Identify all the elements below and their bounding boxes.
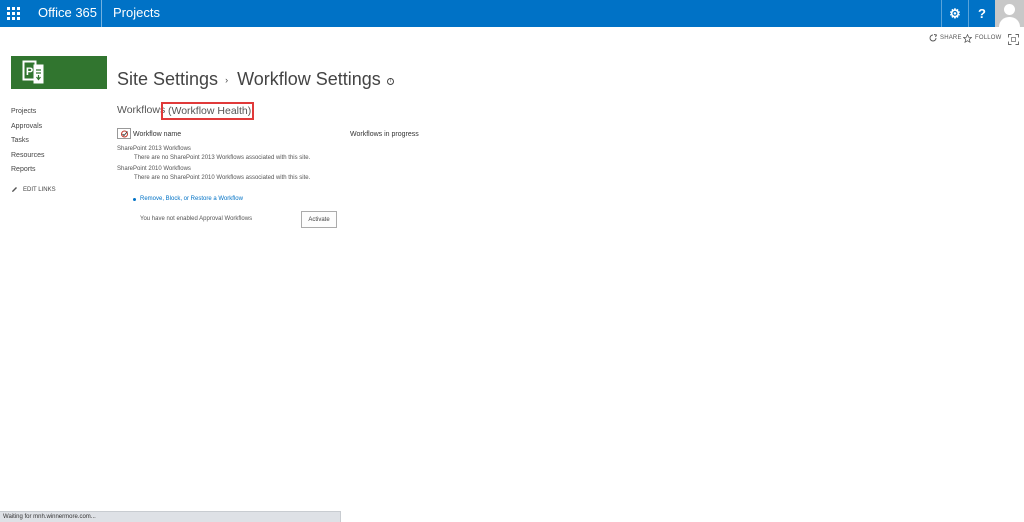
edit-links-button[interactable]: EDIT LINKS: [11, 186, 56, 193]
project-logo-icon: P: [22, 60, 44, 84]
breadcrumb-separator-icon: ›: [225, 74, 229, 85]
suite-app-name-link[interactable]: Projects: [113, 5, 160, 20]
svg-text:P: P: [26, 66, 33, 78]
pencil-icon: [12, 187, 17, 192]
breadcrumb-current: Workflow Settings: [237, 69, 381, 89]
user-avatar[interactable]: [995, 0, 1024, 27]
follow-label: FOLLOW: [975, 35, 1002, 41]
workflow-name-column-header[interactable]: Workflow name: [133, 131, 181, 138]
workflow-health-link[interactable]: (Workflow Health): [161, 102, 254, 120]
share-label: SHARE: [940, 35, 962, 41]
gear-icon: ⚙: [949, 5, 961, 21]
avatar-body-shape: [999, 17, 1020, 27]
settings-button[interactable]: ⚙: [941, 0, 968, 27]
edit-links-label: EDIT LINKS: [23, 186, 56, 193]
browser-status-bar: Waiting for mnh.winnermore.com...: [0, 511, 341, 522]
workflows-in-progress-column-header: Workflows in progress: [350, 131, 419, 138]
nav-item-reports[interactable]: Reports: [11, 165, 44, 180]
nav-item-tasks[interactable]: Tasks: [11, 136, 44, 151]
share-button[interactable]: SHARE: [929, 32, 962, 44]
group-empty-text-sp2013: There are no SharePoint 2013 Workflows a…: [134, 155, 311, 161]
remove-link-label: Remove, Block, or Restore a Workflow: [140, 196, 243, 202]
share-icon: [929, 34, 937, 42]
workflow-type-column-header[interactable]: [117, 128, 131, 139]
activate-button[interactable]: Activate: [301, 211, 337, 228]
approval-status-text: You have not enabled Approval Workflows: [140, 216, 253, 222]
nav-item-approvals[interactable]: Approvals: [11, 122, 44, 137]
help-icon: ?: [978, 6, 986, 21]
quick-launch-nav: Projects Approvals Tasks Resources Repor…: [11, 107, 44, 180]
avatar-head-shape: [1004, 4, 1015, 15]
help-button[interactable]: ?: [968, 0, 995, 27]
group-title-sp2010: SharePoint 2010 Workflows: [117, 166, 191, 172]
nav-item-projects[interactable]: Projects: [11, 107, 44, 122]
workflow-icon: [120, 130, 128, 137]
breadcrumb-site-settings-link[interactable]: Site Settings: [117, 69, 218, 90]
follow-button[interactable]: FOLLOW: [963, 32, 1002, 44]
page-title: Site Settings › Workflow Settings i: [117, 69, 394, 90]
bullet-icon: [133, 197, 136, 201]
office365-brand-link[interactable]: Office 365: [38, 5, 97, 20]
waffle-icon: [7, 7, 20, 20]
info-icon[interactable]: i: [386, 78, 394, 85]
group-empty-text-sp2010: There are no SharePoint 2010 Workflows a…: [134, 175, 311, 181]
app-launcher-button[interactable]: [0, 0, 27, 27]
suite-bar: Office 365 Projects ⚙ ?: [0, 0, 1024, 27]
site-logo[interactable]: P: [11, 56, 107, 89]
remove-block-restore-workflow-link[interactable]: Remove, Block, or Restore a Workflow: [133, 196, 243, 202]
focus-icon: [1008, 34, 1019, 45]
focus-on-content-button[interactable]: [1008, 32, 1019, 45]
workflows-heading: Workflows: [117, 104, 166, 116]
follow-star-icon: [963, 33, 972, 43]
group-title-sp2013: SharePoint 2013 Workflows: [117, 146, 191, 152]
nav-item-resources[interactable]: Resources: [11, 151, 44, 166]
suite-divider: [101, 0, 102, 27]
